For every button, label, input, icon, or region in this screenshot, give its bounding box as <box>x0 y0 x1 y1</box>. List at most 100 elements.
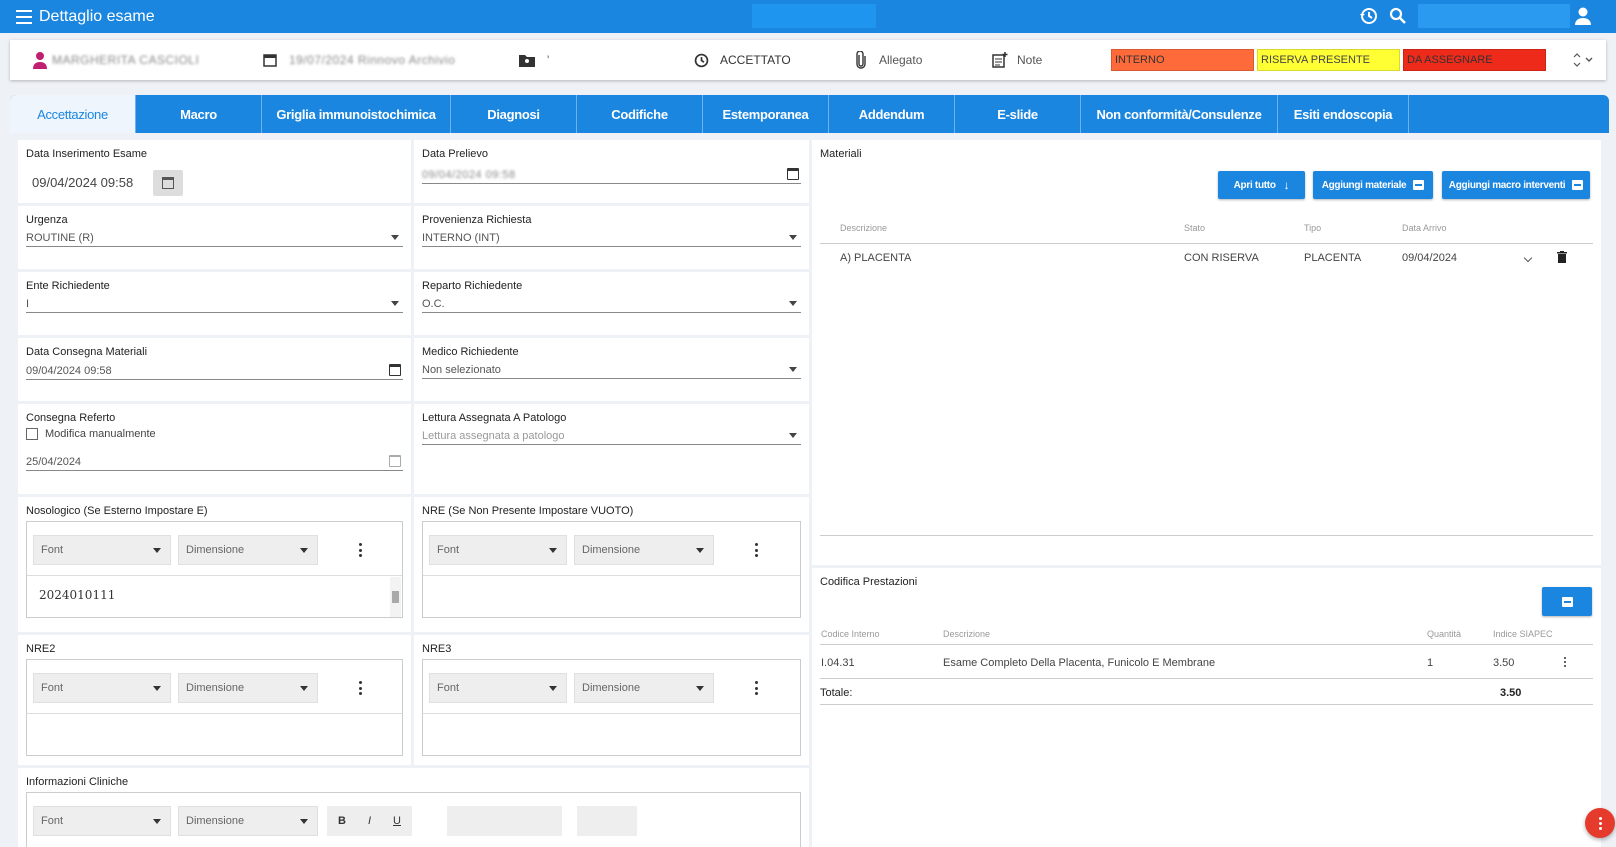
calendar-icon[interactable] <box>389 364 401 376</box>
size-select[interactable]: Dimensione <box>178 535 318 565</box>
materiali-title: Materiali <box>820 148 862 160</box>
calendar-button[interactable] <box>153 170 183 196</box>
aggiungi-materiale-button[interactable]: Aggiungi materiale <box>1313 171 1433 199</box>
note-item[interactable]: Note <box>992 40 1042 80</box>
menu-icon[interactable] <box>16 9 32 24</box>
urgenza-select[interactable]: ROUTINE (R) <box>26 229 403 247</box>
size-select[interactable]: Dimensione <box>574 673 714 703</box>
user-field[interactable] <box>1418 4 1570 28</box>
allegato-text: Allegato <box>879 53 923 67</box>
header-expand[interactable] <box>1570 40 1598 80</box>
size-select[interactable]: Dimensione <box>574 535 714 565</box>
data-consegna-field[interactable]: 09/04/2024 09:58 <box>26 362 403 380</box>
add-prestazione-button[interactable] <box>1542 587 1592 616</box>
reparto-select[interactable]: O.C. <box>422 295 801 313</box>
history-icon <box>694 53 709 67</box>
provenienza-select[interactable]: INTERNO (INT) <box>422 229 801 247</box>
fab-more-button[interactable] <box>1585 808 1615 838</box>
nosologico-cell: Nosologico (Se Esterno Impostare E) Font… <box>18 497 411 632</box>
more-icon[interactable] <box>755 543 759 557</box>
medico-label: Medico Richiedente <box>422 346 519 358</box>
patient-icon <box>33 52 47 69</box>
calendar-icon[interactable] <box>389 455 401 467</box>
folder-icon[interactable] <box>519 54 535 67</box>
nre-editor[interactable]: Font Dimensione <box>422 521 801 618</box>
bold-icon[interactable]: B <box>338 815 346 827</box>
apri-tutto-button[interactable]: Apri tutto ↓ <box>1218 171 1305 199</box>
user-icon[interactable] <box>1573 6 1593 26</box>
modifica-checkbox[interactable] <box>26 428 38 440</box>
data-prelievo-label: Data Prelievo <box>422 148 489 160</box>
folder-info[interactable]: ' <box>519 40 549 80</box>
tab-eslide[interactable]: E-slide <box>955 95 1081 133</box>
aggiungi-macro-button[interactable]: Aggiungi macro interventi <box>1442 171 1590 199</box>
tab-esiti-endoscopia[interactable]: Esiti endoscopia <box>1278 95 1409 133</box>
calendar-icon[interactable] <box>787 168 799 180</box>
scrollbar-thumb[interactable] <box>392 591 399 603</box>
provenienza-label: Provenienza Richiesta <box>422 214 532 226</box>
data-consegna-cell: Data Consegna Materiali 09/04/2024 09:58 <box>18 338 411 401</box>
data-prelievo-cell: Data Prelievo 09/04/2024 09:58 <box>414 140 809 203</box>
tab-diagnosi[interactable]: Diagnosi <box>451 95 577 133</box>
nre2-editor[interactable]: Font Dimensione <box>26 659 403 756</box>
right-panel: Materiali Apri tutto ↓ Aggiungi material… <box>812 140 1601 847</box>
info-cliniche-editor[interactable]: Font Dimensione B I U <box>26 792 801 847</box>
size-select[interactable]: Dimensione <box>178 806 318 836</box>
col-indice: Indice SIAPEC <box>1493 629 1553 639</box>
align-buttons[interactable] <box>447 806 562 836</box>
patient-info: MARGHERITA CASCIOLI <box>32 40 199 80</box>
search-icon[interactable] <box>1388 6 1408 26</box>
row-quantita: 1 <box>1427 657 1434 669</box>
size-select[interactable]: Dimensione <box>178 673 318 703</box>
extra-buttons[interactable] <box>577 806 637 836</box>
tab-non-conformita[interactable]: Non conformità/Consulenze <box>1081 95 1278 133</box>
exam-date-text: 19/07/2024 Rinnovo Archivio <box>289 53 456 67</box>
add-icon <box>1561 596 1573 607</box>
consegna-referto-field[interactable]: 25/04/2024 <box>26 453 403 471</box>
more-icon[interactable] <box>359 543 363 557</box>
lettura-select[interactable]: Lettura assegnata a patologo <box>422 427 801 445</box>
history-icon[interactable] <box>1359 6 1379 26</box>
provenienza-cell: Provenienza Richiesta INTERNO (INT) <box>414 206 809 269</box>
chevron-down-icon <box>300 548 308 553</box>
chevron-down-icon[interactable] <box>1523 253 1533 263</box>
scrollbar[interactable] <box>390 577 401 617</box>
tab-addendum[interactable]: Addendum <box>829 95 955 133</box>
tab-griglia[interactable]: Griglia immunoistochimica <box>262 95 451 133</box>
lettura-cell: Lettura Assegnata A Patologo Lettura ass… <box>414 404 809 494</box>
more-icon[interactable] <box>359 681 363 695</box>
tab-estemporanea[interactable]: Estemporanea <box>703 95 829 133</box>
row-data: 09/04/2024 <box>1402 252 1458 264</box>
underline-icon[interactable]: U <box>393 815 401 827</box>
font-select[interactable]: Font <box>33 535 171 565</box>
medico-select[interactable]: Non selezionato <box>422 361 801 379</box>
status-item[interactable]: ACCETTATO <box>693 40 791 80</box>
font-select[interactable]: Font <box>33 806 171 836</box>
nre3-editor[interactable]: Font Dimensione <box>422 659 801 756</box>
totale-value: 3.50 <box>1500 687 1522 699</box>
tab-macro[interactable]: Macro <box>136 95 262 133</box>
nosologico-value[interactable]: 2024010111 <box>39 588 115 602</box>
tab-accettazione[interactable]: Accettazione <box>10 95 136 133</box>
data-inserimento-value[interactable]: 09/04/2024 09:58 <box>32 175 133 190</box>
more-icon[interactable] <box>1564 657 1568 667</box>
font-select[interactable]: Font <box>33 673 171 703</box>
ente-select[interactable]: I <box>26 295 403 313</box>
data-prelievo-field[interactable]: 09/04/2024 09:58 <box>422 166 801 184</box>
delete-icon[interactable] <box>1557 251 1567 263</box>
chevron-down-icon <box>391 235 399 240</box>
chevron-down-icon[interactable] <box>1570 50 1598 70</box>
chevron-down-icon <box>549 548 557 553</box>
italic-icon[interactable]: I <box>368 815 371 827</box>
font-select[interactable]: Font <box>429 673 567 703</box>
provenienza-value: INTERNO (INT) <box>422 231 500 244</box>
chevron-down-icon <box>153 548 161 553</box>
note-text: Note <box>1017 53 1043 67</box>
font-select[interactable]: Font <box>429 535 567 565</box>
allegato-item[interactable]: Allegato <box>855 40 922 80</box>
tab-codifiche[interactable]: Codifiche <box>577 95 703 133</box>
exam-header: MARGHERITA CASCIOLI 19/07/2024 Rinnovo A… <box>10 40 1606 80</box>
urgenza-cell: Urgenza ROUTINE (R) <box>18 206 411 269</box>
more-icon[interactable] <box>755 681 759 695</box>
reparto-value: O.C. <box>422 297 445 310</box>
